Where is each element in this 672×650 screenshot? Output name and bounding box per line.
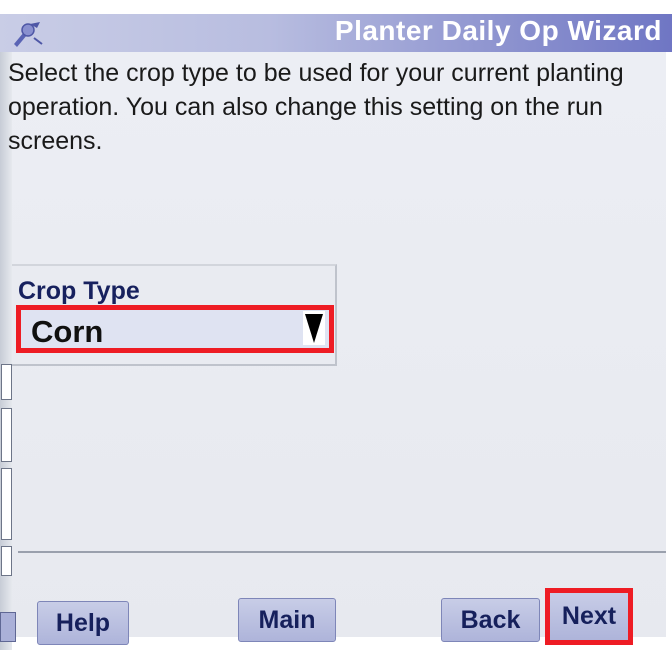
screen: Planter Daily Op Wizard Select the crop … — [0, 0, 672, 650]
crop-type-dropdown[interactable]: Corn — [16, 305, 334, 353]
edge-slot — [1, 546, 12, 576]
footer-divider — [18, 551, 666, 553]
main-button[interactable]: Main — [238, 598, 336, 642]
page-title: Planter Daily Op Wizard — [334, 15, 662, 46]
instructions-text: Select the crop type to be used for your… — [8, 59, 624, 155]
back-button[interactable]: Back — [441, 598, 540, 642]
dropdown-arrow-icon[interactable] — [303, 311, 325, 345]
planter-wrench-icon — [14, 22, 43, 47]
edge-slot — [1, 408, 12, 462]
help-button[interactable]: Help — [37, 601, 129, 645]
edge-slot — [1, 468, 12, 540]
crop-type-value: Corn — [31, 314, 104, 349]
crop-type-label: Crop Type — [18, 277, 140, 305]
next-button[interactable]: Next — [545, 588, 633, 645]
side-tab[interactable] — [0, 612, 16, 642]
edge-slot — [1, 364, 12, 400]
